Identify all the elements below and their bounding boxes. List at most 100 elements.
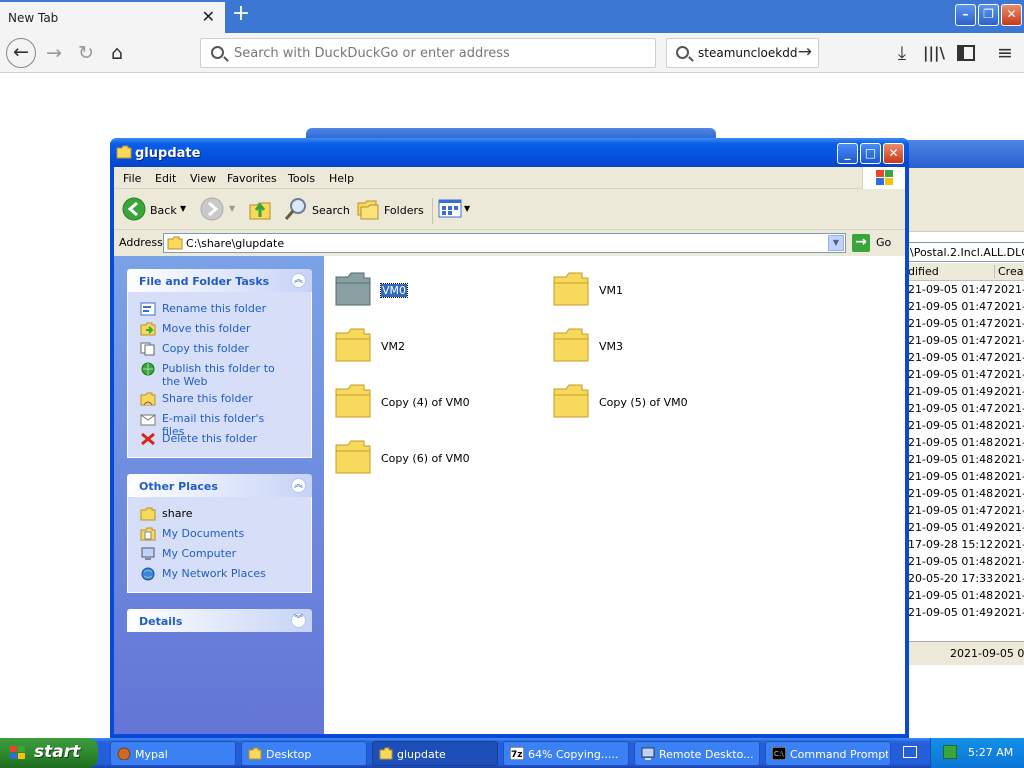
- network-places-icon: [140, 567, 156, 581]
- bg-modified-cell: 21-09-05 01:47: [908, 283, 994, 296]
- close-browser-button[interactable]: ✕: [1001, 4, 1022, 26]
- url-bar[interactable]: Search with DuckDuckGo or enter address: [200, 38, 656, 68]
- bg-table-row[interactable]: 21-09-05 01:482021-0: [906, 588, 1024, 605]
- collapse-chevron-icon[interactable]: ︽: [291, 478, 306, 493]
- bg-table-row[interactable]: 21-09-05 01:472021-0: [906, 503, 1024, 520]
- forward-arrow-icon[interactable]: →: [40, 39, 68, 67]
- search-bar[interactable]: steamuncloekdd →: [666, 38, 819, 68]
- folders-button[interactable]: Folders: [356, 197, 426, 223]
- menu-help[interactable]: Help: [329, 172, 354, 185]
- bg-col-created[interactable]: Create: [994, 265, 1024, 278]
- menu-icon[interactable]: ≡: [991, 39, 1019, 67]
- panel-header[interactable]: Details ︾: [127, 609, 312, 632]
- address-field[interactable]: C:\share\glupdate ▼: [163, 233, 846, 253]
- folder-item[interactable]: VM2: [334, 326, 534, 366]
- dropdown-arrow-icon[interactable]: ▼: [229, 204, 235, 213]
- forward-button[interactable]: ▼: [200, 197, 240, 223]
- menu-edit[interactable]: Edit: [155, 172, 176, 185]
- copy-icon: [140, 342, 156, 356]
- folder-item[interactable]: Copy (6) of VM0: [334, 438, 534, 478]
- menu-view[interactable]: View: [190, 172, 216, 185]
- bg-table-row[interactable]: 17-09-28 15:122021-0: [906, 537, 1024, 554]
- go-button[interactable]: → Go: [852, 234, 902, 252]
- home-icon[interactable]: ⌂: [103, 39, 131, 67]
- views-button[interactable]: ▼: [438, 197, 472, 223]
- close-button[interactable]: ✕: [883, 143, 904, 164]
- taskbar-button[interactable]: C:\ Command Prompt: [765, 741, 891, 766]
- bg-table-row[interactable]: 20-05-20 17:332021-0: [906, 571, 1024, 588]
- bg-table-row[interactable]: 21-09-05 01:482021-0: [906, 418, 1024, 435]
- bg-table-row[interactable]: 21-09-05 01:472021-0: [906, 316, 1024, 333]
- dropdown-arrow-icon[interactable]: ▼: [180, 204, 186, 213]
- expand-chevron-icon[interactable]: ︾: [291, 613, 306, 628]
- folder-item[interactable]: VM0: [334, 270, 534, 310]
- taskbar-button[interactable]: 7z 64% Copying.....: [503, 741, 629, 766]
- bg-table-row[interactable]: 21-09-05 01:492021-0: [906, 384, 1024, 401]
- views-icon: [438, 199, 462, 218]
- place-label: share: [162, 507, 193, 520]
- bg-modified-cell: 21-09-05 01:49: [908, 606, 994, 619]
- keyboard-icon[interactable]: [903, 746, 917, 758]
- background-explorer-window[interactable]: \Postal.2.Incl.ALL.DLCs dified Create 21…: [905, 140, 1024, 740]
- restore-browser-button[interactable]: ❐: [978, 4, 999, 26]
- bg-col-modified[interactable]: dified: [908, 265, 939, 278]
- back-button[interactable]: Back ▼: [122, 197, 188, 223]
- bg-table-row[interactable]: 21-09-05 01:492021-0: [906, 520, 1024, 537]
- go-arrow-icon[interactable]: →: [798, 42, 812, 62]
- sidebar-icon[interactable]: [952, 39, 980, 67]
- bg-table-row[interactable]: 21-09-05 01:482021-0: [906, 486, 1024, 503]
- menu-tools[interactable]: Tools: [288, 172, 315, 185]
- folder-item[interactable]: Copy (4) of VM0: [334, 382, 534, 422]
- toolbar-separator: [432, 198, 433, 224]
- bg-table-row[interactable]: 21-09-05 01:472021-0: [906, 350, 1024, 367]
- menu-file[interactable]: File: [123, 172, 141, 185]
- reload-icon[interactable]: ↻: [72, 39, 100, 67]
- bg-table-row[interactable]: 21-09-05 01:472021-0: [906, 367, 1024, 384]
- taskbar-button[interactable]: Remote Deskto...: [634, 741, 760, 766]
- start-button[interactable]: start: [0, 738, 98, 768]
- collapse-chevron-icon[interactable]: ︽: [291, 273, 306, 288]
- folder-name: VM3: [599, 340, 624, 353]
- panel-title: File and Folder Tasks: [139, 275, 270, 288]
- folder-item[interactable]: VM3: [552, 326, 752, 366]
- dropdown-arrow-icon[interactable]: ▼: [464, 204, 470, 213]
- bg-table-row[interactable]: 21-09-05 01:472021-0: [906, 282, 1024, 299]
- explorer-titlebar[interactable]: glupdate _ □ ✕: [110, 138, 909, 167]
- forward-icon: [200, 197, 224, 221]
- bg-table-row[interactable]: 21-09-05 01:482021-0: [906, 452, 1024, 469]
- bg-table-row[interactable]: 21-09-05 01:482021-0: [906, 469, 1024, 486]
- bg-table-row[interactable]: 21-09-05 01:482021-0: [906, 435, 1024, 452]
- up-folder-button[interactable]: [248, 197, 274, 223]
- bg-table-row[interactable]: 21-09-05 01:472021-0: [906, 333, 1024, 350]
- folder-item[interactable]: VM1: [552, 270, 752, 310]
- menu-favorites[interactable]: Favorites: [227, 172, 277, 185]
- taskbar-button-label: Desktop: [266, 748, 312, 761]
- library-icon[interactable]: |||\: [920, 39, 948, 67]
- bg-table-row[interactable]: 21-09-05 01:472021-0: [906, 401, 1024, 418]
- bg-table-row[interactable]: 21-09-05 01:482021-0: [906, 554, 1024, 571]
- bg-table-row[interactable]: 21-09-05 01:492021-0: [906, 605, 1024, 622]
- minimize-browser-button[interactable]: –: [955, 4, 976, 26]
- new-tab-button[interactable]: +: [229, 3, 253, 27]
- panel-header[interactable]: File and Folder Tasks ︽: [127, 269, 312, 292]
- taskbar-button[interactable]: glupdate: [372, 741, 498, 766]
- close-tab-icon[interactable]: ✕: [202, 7, 215, 26]
- address-dropdown-icon[interactable]: ▼: [828, 235, 844, 251]
- maximize-button[interactable]: □: [860, 143, 881, 164]
- minimize-button[interactable]: _: [837, 143, 858, 164]
- folder-item[interactable]: Copy (5) of VM0: [552, 382, 752, 422]
- taskbar-button[interactable]: Mypal: [110, 741, 236, 766]
- bg-table-row[interactable]: 21-09-05 01:472021-0: [906, 299, 1024, 316]
- search-button[interactable]: Search: [284, 197, 350, 223]
- task-label: Rename this folder: [162, 302, 267, 315]
- taskbar-button[interactable]: Desktop: [241, 741, 367, 766]
- back-arrow-icon[interactable]: ←: [6, 38, 36, 68]
- rename-icon: [140, 302, 156, 316]
- tab-title: New Tab: [8, 11, 59, 25]
- taskbar-button-label: Remote Deskto...: [659, 748, 754, 761]
- browser-tab[interactable]: New Tab ✕: [0, 0, 225, 33]
- bg-modified-cell: 21-09-05 01:48: [908, 453, 994, 466]
- downloads-icon[interactable]: ⤓: [888, 39, 916, 67]
- network-icon[interactable]: [943, 745, 957, 759]
- panel-header[interactable]: Other Places ︽: [127, 474, 312, 497]
